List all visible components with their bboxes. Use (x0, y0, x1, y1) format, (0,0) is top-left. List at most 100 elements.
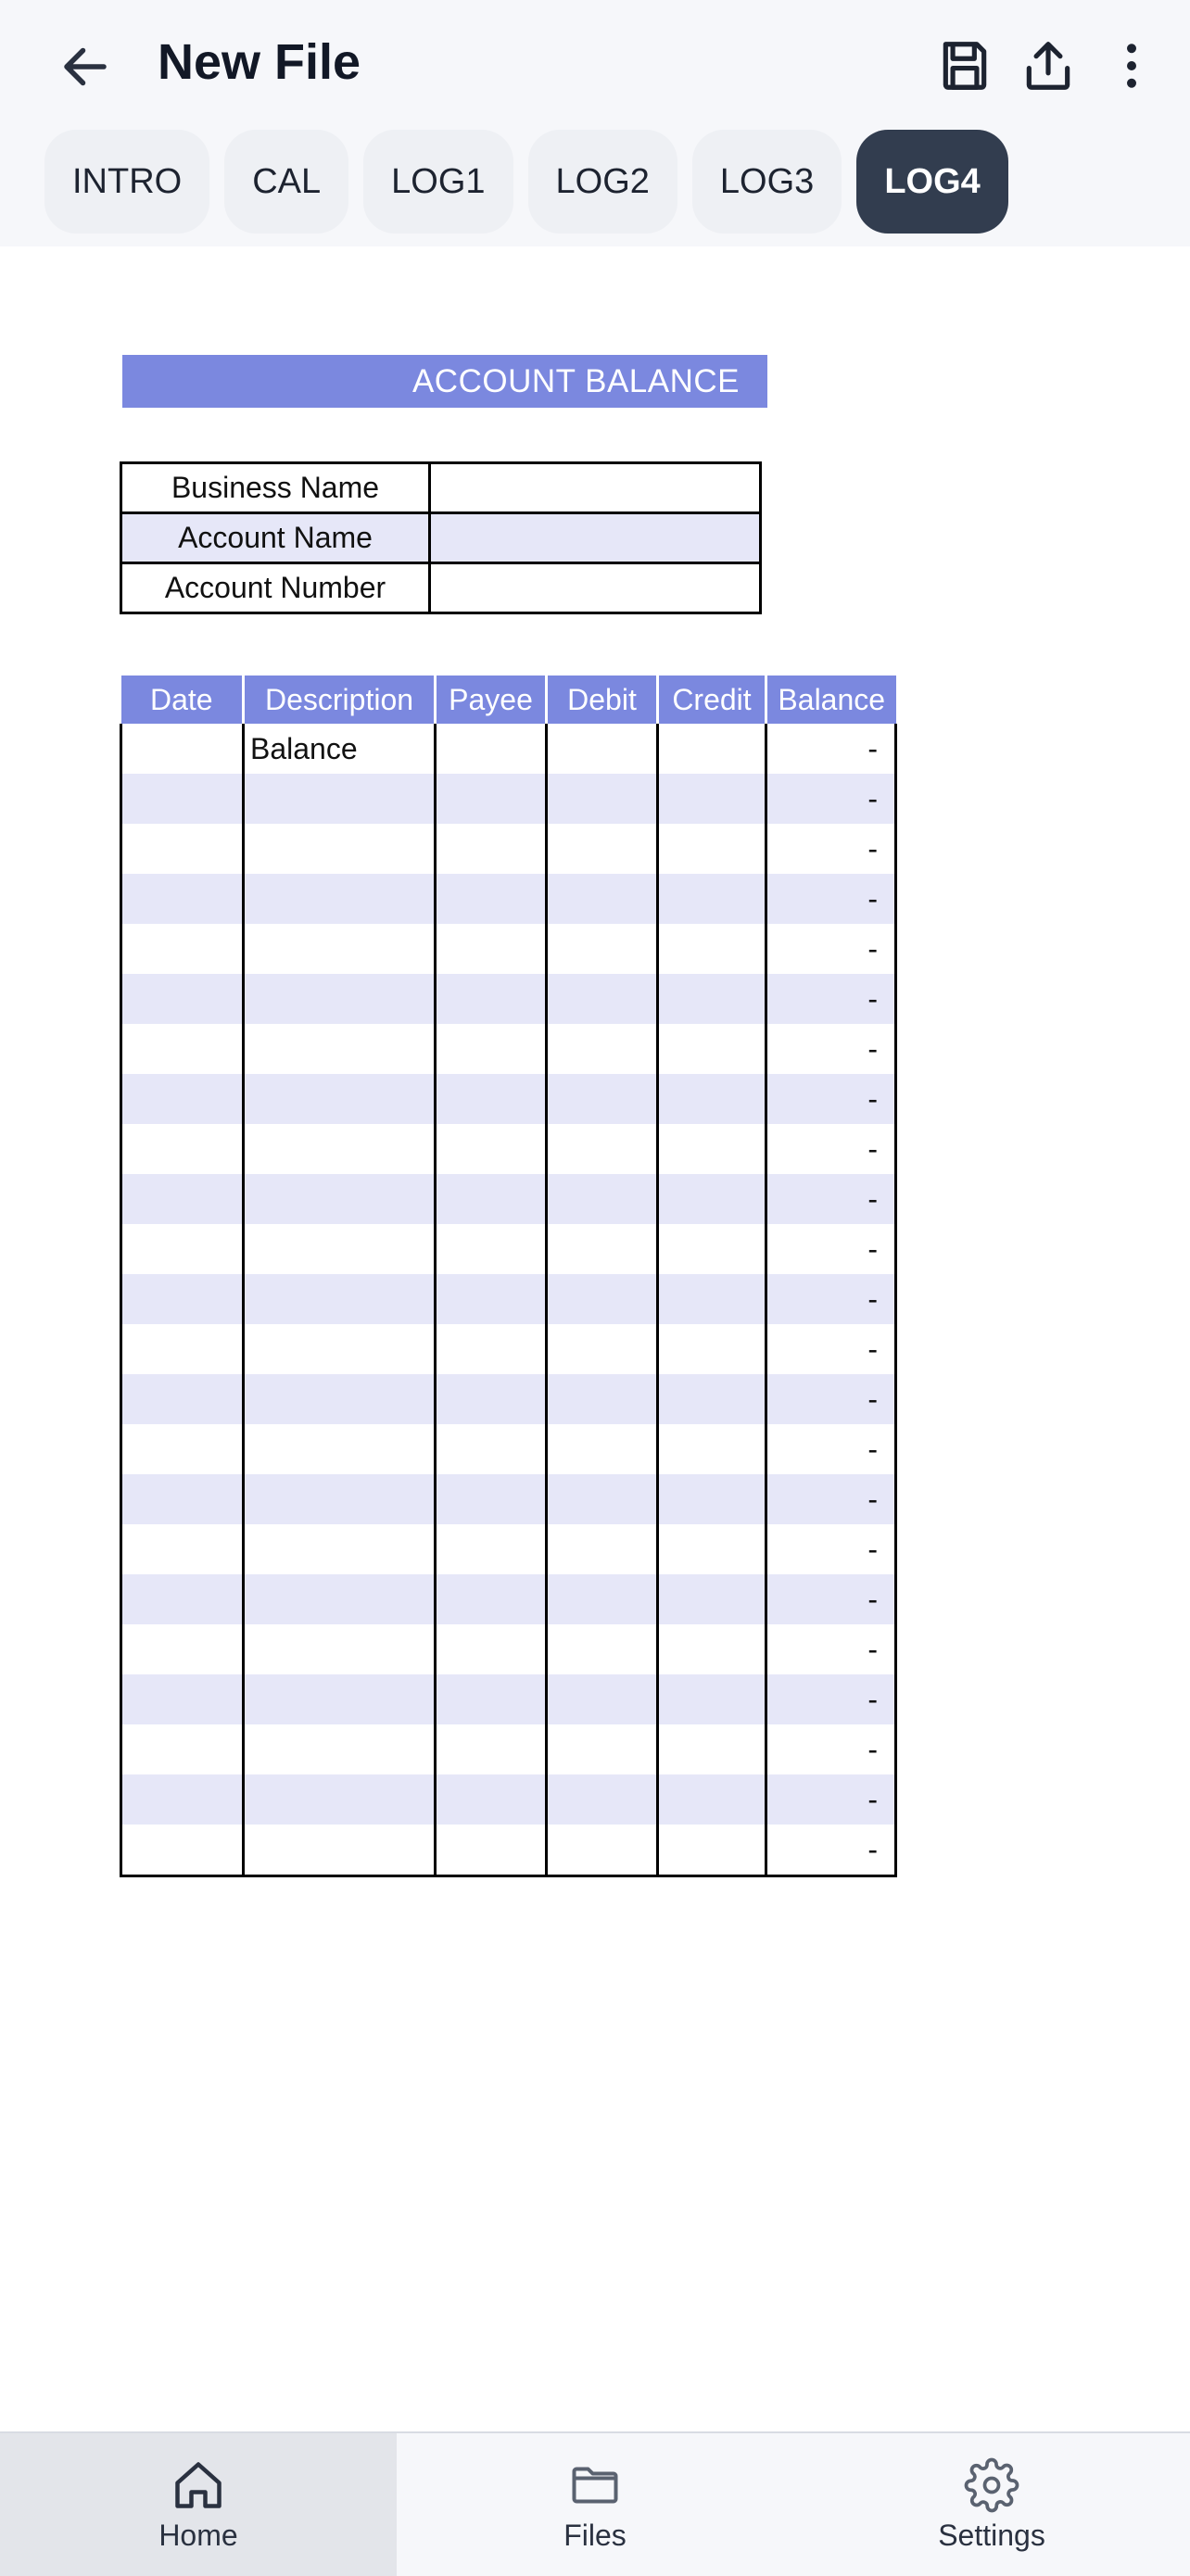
balance-cell[interactable]: - (765, 1574, 897, 1624)
payee-cell[interactable] (434, 724, 548, 774)
credit-cell[interactable] (656, 1674, 767, 1724)
description-cell[interactable] (242, 1124, 437, 1174)
tab-cal[interactable]: CAL (224, 130, 349, 234)
save-button[interactable] (925, 26, 1005, 106)
balance-cell[interactable]: - (765, 974, 897, 1024)
date-cell[interactable] (120, 1674, 245, 1724)
payee-cell[interactable] (434, 1174, 548, 1224)
debit-cell[interactable] (545, 724, 659, 774)
credit-cell[interactable] (656, 1374, 767, 1424)
credit-cell[interactable] (656, 974, 767, 1024)
balance-cell[interactable]: - (765, 1324, 897, 1374)
description-cell[interactable] (242, 1274, 437, 1324)
credit-cell[interactable] (656, 1324, 767, 1374)
description-cell[interactable] (242, 1674, 437, 1724)
credit-cell[interactable] (656, 1124, 767, 1174)
description-cell[interactable] (242, 1324, 437, 1374)
date-cell[interactable] (120, 824, 245, 874)
credit-cell[interactable] (656, 1274, 767, 1324)
debit-cell[interactable] (545, 1024, 659, 1074)
date-cell[interactable] (120, 1724, 245, 1774)
payee-cell[interactable] (434, 974, 548, 1024)
balance-cell[interactable]: - (765, 1474, 897, 1524)
date-cell[interactable] (120, 1124, 245, 1174)
debit-cell[interactable] (545, 1724, 659, 1774)
payee-cell[interactable] (434, 1474, 548, 1524)
description-cell[interactable] (242, 874, 437, 924)
balance-cell[interactable]: - (765, 1274, 897, 1324)
balance-cell[interactable]: - (765, 1674, 897, 1724)
date-cell[interactable] (120, 1174, 245, 1224)
payee-cell[interactable] (434, 1574, 548, 1624)
payee-cell[interactable] (434, 1074, 548, 1124)
credit-cell[interactable] (656, 1524, 767, 1574)
payee-cell[interactable] (434, 874, 548, 924)
description-cell[interactable] (242, 1474, 437, 1524)
credit-cell[interactable] (656, 824, 767, 874)
debit-cell[interactable] (545, 1174, 659, 1224)
description-cell[interactable] (242, 924, 437, 974)
account-number-cell[interactable] (428, 562, 762, 614)
payee-cell[interactable] (434, 1524, 548, 1574)
payee-cell[interactable] (434, 1774, 548, 1825)
date-cell[interactable] (120, 1074, 245, 1124)
credit-cell[interactable] (656, 1224, 767, 1274)
description-cell[interactable] (242, 1624, 437, 1674)
balance-cell[interactable]: - (765, 1825, 897, 1877)
description-cell[interactable] (242, 1774, 437, 1825)
balance-cell[interactable]: - (765, 824, 897, 874)
date-cell[interactable] (120, 1224, 245, 1274)
credit-cell[interactable] (656, 924, 767, 974)
description-cell[interactable] (242, 1825, 437, 1877)
credit-cell[interactable] (656, 1774, 767, 1825)
credit-cell[interactable] (656, 1724, 767, 1774)
date-cell[interactable] (120, 774, 245, 824)
debit-cell[interactable] (545, 874, 659, 924)
credit-cell[interactable] (656, 1174, 767, 1224)
more-options-button[interactable] (1092, 26, 1171, 106)
date-cell[interactable] (120, 1774, 245, 1825)
payee-cell[interactable] (434, 1724, 548, 1774)
date-cell[interactable] (120, 1324, 245, 1374)
balance-cell[interactable]: - (765, 874, 897, 924)
payee-cell[interactable] (434, 1024, 548, 1074)
tab-intro[interactable]: INTRO (44, 130, 210, 234)
balance-cell[interactable]: - (765, 924, 897, 974)
debit-cell[interactable] (545, 1825, 659, 1877)
credit-cell[interactable] (656, 1825, 767, 1877)
description-cell[interactable]: Balance (242, 724, 437, 774)
nav-home[interactable]: Home (0, 2433, 397, 2576)
date-cell[interactable] (120, 1574, 245, 1624)
balance-cell[interactable]: - (765, 1174, 897, 1224)
payee-cell[interactable] (434, 924, 548, 974)
payee-cell[interactable] (434, 1624, 548, 1674)
nav-files[interactable]: Files (397, 2433, 793, 2576)
balance-cell[interactable]: - (765, 1774, 897, 1825)
balance-cell[interactable]: - (765, 1424, 897, 1474)
balance-cell[interactable]: - (765, 1224, 897, 1274)
date-cell[interactable] (120, 1825, 245, 1877)
description-cell[interactable] (242, 1074, 437, 1124)
debit-cell[interactable] (545, 924, 659, 974)
balance-cell[interactable]: - (765, 774, 897, 824)
description-cell[interactable] (242, 1574, 437, 1624)
tab-log1[interactable]: LOG1 (363, 130, 513, 234)
date-cell[interactable] (120, 1374, 245, 1424)
credit-cell[interactable] (656, 774, 767, 824)
debit-cell[interactable] (545, 824, 659, 874)
description-cell[interactable] (242, 974, 437, 1024)
date-cell[interactable] (120, 1474, 245, 1524)
credit-cell[interactable] (656, 874, 767, 924)
tab-log3[interactable]: LOG3 (691, 130, 842, 234)
credit-cell[interactable] (656, 1574, 767, 1624)
description-cell[interactable] (242, 1174, 437, 1224)
payee-cell[interactable] (434, 1825, 548, 1877)
debit-cell[interactable] (545, 1624, 659, 1674)
date-cell[interactable] (120, 1424, 245, 1474)
payee-cell[interactable] (434, 1324, 548, 1374)
description-cell[interactable] (242, 1374, 437, 1424)
credit-cell[interactable] (656, 1424, 767, 1474)
debit-cell[interactable] (545, 1524, 659, 1574)
back-button[interactable] (46, 28, 124, 106)
description-cell[interactable] (242, 774, 437, 824)
